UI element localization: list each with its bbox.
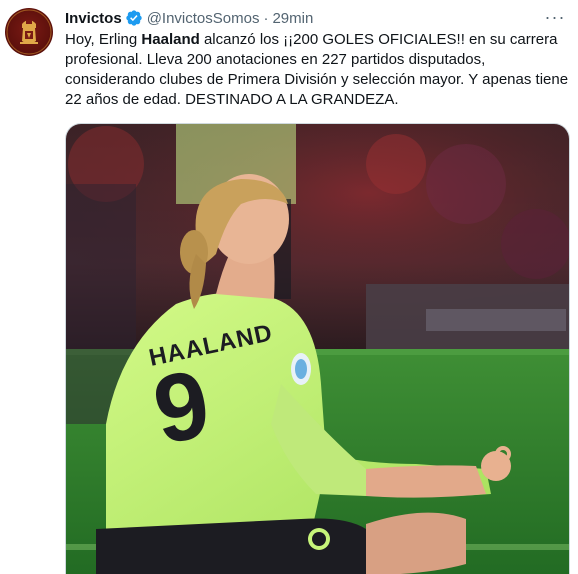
separator-dot: ·	[263, 9, 269, 27]
verified-badge-icon	[125, 9, 143, 27]
more-options-icon[interactable]: ···	[544, 6, 566, 28]
display-name[interactable]: Invictos	[65, 10, 122, 27]
tweet[interactable]: Invictos @InvictosSomos · 29min ··· Hoy,…	[0, 0, 578, 574]
tweet-text: Hoy, Erling Haaland alcanzó los ¡¡200 GO…	[65, 30, 570, 110]
handle[interactable]: @InvictosSomos	[147, 10, 260, 27]
tweet-text-start: Hoy, Erling	[65, 31, 142, 48]
haaland-photo: HAALAND 9	[66, 124, 569, 574]
timestamp[interactable]: 29min	[272, 10, 313, 27]
tweet-photo[interactable]: HAALAND 9	[65, 123, 570, 574]
avatar[interactable]	[5, 8, 53, 56]
tweet-header: Invictos @InvictosSomos · 29min ···	[65, 6, 570, 28]
invictos-logo-icon	[6, 9, 52, 55]
tweet-text-bold: Haaland	[141, 31, 200, 48]
